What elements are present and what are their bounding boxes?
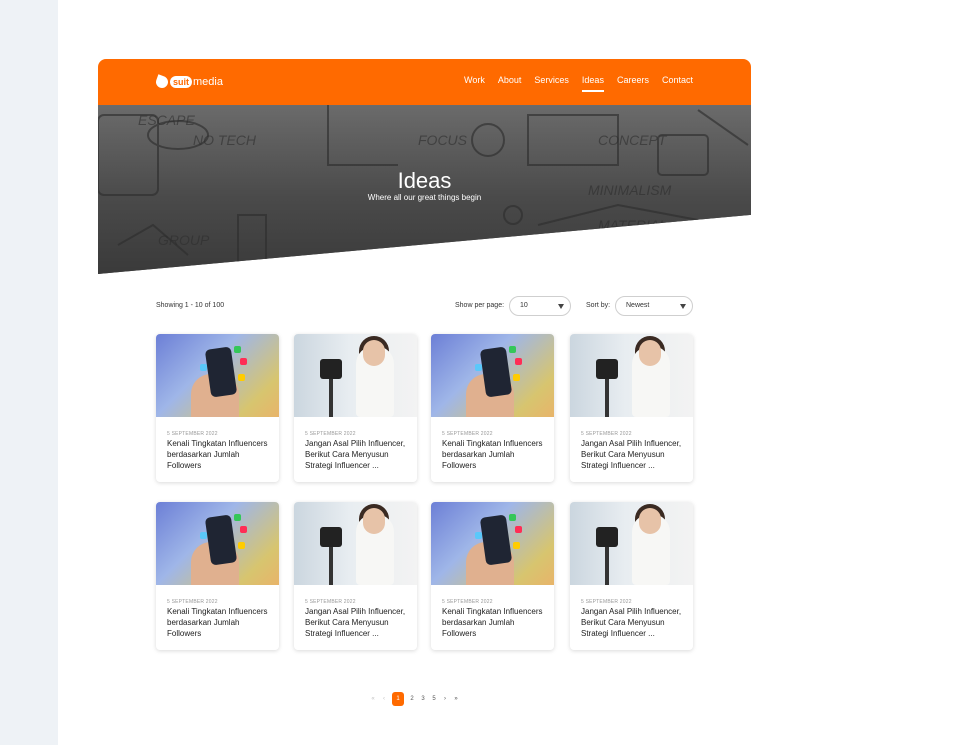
post-card[interactable]: 5 SEPTEMBER 2022 Jangan Asal Pilih Influ… xyxy=(294,502,417,650)
nav-link-services[interactable]: Services xyxy=(534,75,569,85)
post-date: 5 SEPTEMBER 2022 xyxy=(305,599,356,605)
post-thumbnail xyxy=(156,502,279,585)
svg-text:MATERIAL: MATERIAL xyxy=(598,217,667,233)
nav-link-contact[interactable]: Contact xyxy=(662,75,693,85)
post-date: 5 SEPTEMBER 2022 xyxy=(305,431,356,437)
post-card[interactable]: 5 SEPTEMBER 2022 Kenali Tingkatan Influe… xyxy=(156,502,279,650)
nav-link-work[interactable]: Work xyxy=(464,75,485,85)
sort-select[interactable]: Newest xyxy=(615,296,693,316)
svg-text:ESCAPE: ESCAPE xyxy=(138,112,195,128)
svg-text:FOCUS: FOCUS xyxy=(418,132,468,148)
post-card[interactable]: 5 SEPTEMBER 2022 Jangan Asal Pilih Influ… xyxy=(570,502,693,650)
post-title[interactable]: Kenali Tingkatan Influencers berdasarkan… xyxy=(442,438,548,471)
first-page-button[interactable]: « xyxy=(370,696,376,702)
svg-text:NO TECH: NO TECH xyxy=(193,132,257,148)
post-card[interactable]: 5 SEPTEMBER 2022 Kenali Tingkatan Influe… xyxy=(431,334,554,482)
post-card[interactable]: 5 SEPTEMBER 2022 Kenali Tingkatan Influe… xyxy=(156,334,279,482)
chevron-down-icon xyxy=(558,304,564,309)
post-card[interactable]: 5 SEPTEMBER 2022 Jangan Asal Pilih Influ… xyxy=(570,334,693,482)
logo[interactable]: suit media xyxy=(154,71,223,93)
post-thumbnail xyxy=(431,502,554,585)
listing-toolbar: Showing 1 - 10 of 100 Show per page: 10 … xyxy=(156,296,693,318)
navbar: suit media Work About Services Ideas Car… xyxy=(98,59,751,105)
logo-leaf-icon xyxy=(154,74,170,90)
prev-page-button[interactable]: ‹ xyxy=(381,696,387,702)
post-title[interactable]: Jangan Asal Pilih Influencer, Berikut Ca… xyxy=(305,438,411,471)
hero-banner: ESCAPE NO TECH FOCUS CONCEPT MINIMALISM … xyxy=(98,105,751,274)
page-button-2[interactable]: 2 xyxy=(409,696,415,702)
nav-link-careers[interactable]: Careers xyxy=(617,75,649,85)
post-thumbnail xyxy=(294,334,417,417)
nav-link-ideas[interactable]: Ideas xyxy=(581,75,604,92)
logo-text: media xyxy=(193,76,223,88)
post-date: 5 SEPTEMBER 2022 xyxy=(442,431,493,437)
post-date: 5 SEPTEMBER 2022 xyxy=(581,599,632,605)
per-page-label: Show per page: xyxy=(455,302,505,309)
post-card[interactable]: 5 SEPTEMBER 2022 Jangan Asal Pilih Influ… xyxy=(294,334,417,482)
post-date: 5 SEPTEMBER 2022 xyxy=(442,599,493,605)
logo-text-strong: suit xyxy=(170,76,193,88)
nav-links: Work About Services Ideas Careers Contac… xyxy=(464,75,693,92)
post-title[interactable]: Jangan Asal Pilih Influencer, Berikut Ca… xyxy=(581,438,687,471)
pagination: « ‹ 1 2 3 5 › » xyxy=(370,692,459,706)
next-page-button[interactable]: › xyxy=(442,696,448,702)
post-thumbnail xyxy=(156,334,279,417)
site-header: suit media Work About Services Ideas Car… xyxy=(98,59,751,274)
last-page-button[interactable]: » xyxy=(453,696,459,702)
post-thumbnail xyxy=(431,334,554,417)
per-page-select[interactable]: 10 xyxy=(509,296,571,316)
post-thumbnail xyxy=(570,334,693,417)
page-subtitle: Where all our great things begin xyxy=(367,193,482,202)
post-title[interactable]: Jangan Asal Pilih Influencer, Berikut Ca… xyxy=(581,606,687,639)
sort-label: Sort by: xyxy=(586,302,611,309)
post-date: 5 SEPTEMBER 2022 xyxy=(167,431,218,437)
post-thumbnail xyxy=(570,502,693,585)
left-rail xyxy=(0,0,58,745)
chevron-down-icon xyxy=(680,304,686,309)
sort-value: Newest xyxy=(626,302,650,309)
post-title[interactable]: Kenali Tingkatan Influencers berdasarkan… xyxy=(167,438,273,471)
page-button-5[interactable]: 5 xyxy=(431,696,437,702)
post-date: 5 SEPTEMBER 2022 xyxy=(167,599,218,605)
page-button-3[interactable]: 3 xyxy=(420,696,426,702)
post-title[interactable]: Kenali Tingkatan Influencers berdasarkan… xyxy=(442,606,548,639)
post-date: 5 SEPTEMBER 2022 xyxy=(581,431,632,437)
svg-text:CONCEPT: CONCEPT xyxy=(598,132,668,148)
showing-count: Showing 1 - 10 of 100 xyxy=(156,302,225,309)
page-title: Ideas xyxy=(397,168,452,193)
post-title[interactable]: Jangan Asal Pilih Influencer, Berikut Ca… xyxy=(305,606,411,639)
page-button-1[interactable]: 1 xyxy=(392,692,404,706)
post-thumbnail xyxy=(294,502,417,585)
svg-text:GROUP: GROUP xyxy=(158,232,210,248)
per-page-value: 10 xyxy=(520,302,528,309)
post-title[interactable]: Kenali Tingkatan Influencers berdasarkan… xyxy=(167,606,273,639)
nav-link-about[interactable]: About xyxy=(498,75,522,85)
post-card[interactable]: 5 SEPTEMBER 2022 Kenali Tingkatan Influe… xyxy=(431,502,554,650)
